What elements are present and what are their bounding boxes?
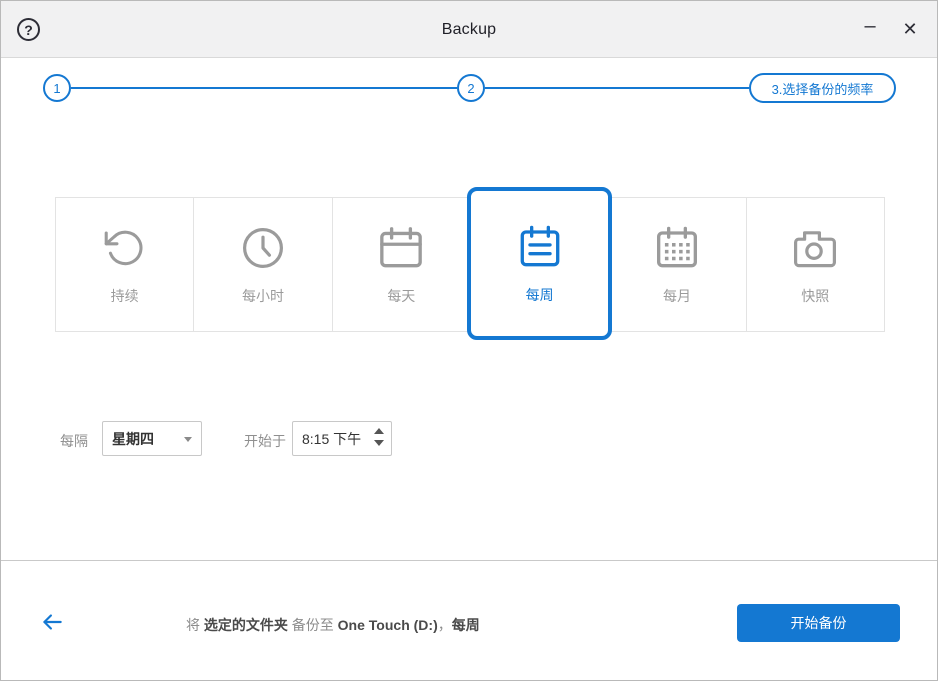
- frequency-tile-label: 快照: [801, 286, 829, 306]
- minimize-button[interactable]: –: [857, 15, 883, 45]
- frequency-tile-label: 持续: [111, 286, 139, 306]
- frequency-tile-label: 每天: [387, 286, 415, 306]
- close-button[interactable]: ✕: [897, 15, 923, 45]
- frequency-tile-label: 每月: [663, 286, 691, 306]
- window-controls: – ✕: [857, 1, 923, 58]
- back-button[interactable]: [39, 609, 65, 635]
- rotate-ccw-icon: [102, 223, 148, 273]
- camera-icon: [791, 223, 839, 273]
- titlebar: ? Backup – ✕: [1, 1, 937, 58]
- frequency-tile-label: 每小时: [242, 286, 284, 306]
- frequency-tile-hourly[interactable]: 每小时: [194, 198, 332, 331]
- backup-summary: 将 选定的文件夹 备份至 One Touch (D:)，每周: [186, 615, 480, 635]
- time-input[interactable]: 8:15 下午: [292, 421, 392, 456]
- clock-icon: [239, 223, 287, 273]
- frequency-tile-daily[interactable]: 每天: [333, 198, 471, 331]
- day-select-value: 星期四: [112, 429, 154, 449]
- spinner-down-icon[interactable]: [374, 439, 384, 447]
- calendar-grid-icon: [652, 223, 702, 273]
- summary-frequency: 每周: [452, 617, 480, 633]
- frequency-tile-weekly[interactable]: 每周: [467, 187, 612, 340]
- calendar-lines-icon: [515, 222, 565, 272]
- start-backup-button[interactable]: 开始备份: [737, 604, 900, 642]
- chevron-down-icon: [184, 437, 192, 442]
- summary-destination: One Touch (D:): [338, 617, 438, 633]
- frequency-tile-continuous[interactable]: 持续: [56, 198, 194, 331]
- step-connector-1: [71, 87, 457, 89]
- day-select[interactable]: 星期四: [102, 421, 202, 456]
- summary-prefix: 将: [186, 617, 204, 633]
- step-2-circle: 2: [457, 74, 485, 102]
- arrow-left-icon: [39, 609, 65, 635]
- window-title: Backup: [1, 1, 937, 58]
- frequency-tile-monthly[interactable]: 每月: [608, 198, 746, 331]
- calendar-icon: [376, 223, 426, 273]
- time-stepper: [374, 427, 384, 447]
- every-label: 每隔: [60, 431, 88, 451]
- frequency-tile-label: 每周: [526, 285, 554, 305]
- step-3-label: 3.选择备份的频率: [749, 73, 896, 103]
- summary-comma: ，: [438, 617, 452, 633]
- step-connector-2: [485, 87, 749, 89]
- backup-window: ? Backup – ✕ 1 2 3.选择备份的频率 持续: [0, 0, 938, 681]
- summary-middle: 备份至: [288, 617, 338, 633]
- summary-source: 选定的文件夹: [204, 617, 288, 633]
- start-at-label: 开始于: [244, 431, 286, 451]
- spinner-up-icon[interactable]: [374, 427, 384, 435]
- step-1-circle: 1: [43, 74, 71, 102]
- frequency-tile-strip: 持续 每小时 每天: [55, 197, 885, 332]
- frequency-tile-snapshot[interactable]: 快照: [747, 198, 884, 331]
- step-indicator: 1 2 3.选择备份的频率: [1, 59, 937, 119]
- footer-divider: [1, 560, 937, 561]
- time-value: 8:15 下午: [302, 429, 361, 449]
